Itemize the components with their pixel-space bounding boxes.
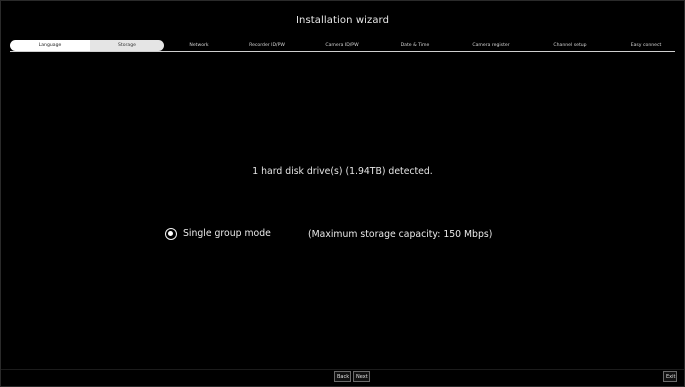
step-channel-setup[interactable]: Channel setup: [542, 40, 598, 51]
radio-selected-dot: [168, 231, 174, 237]
exit-button[interactable]: Exit: [663, 371, 677, 382]
step-storage[interactable]: Storage: [90, 40, 164, 51]
step-recorder-id-pw[interactable]: Recorder ID/PW: [238, 40, 296, 51]
step-camera-id-pw[interactable]: Camera ID/PW: [315, 40, 369, 51]
next-button[interactable]: Next: [353, 371, 370, 382]
step-bar-line: [10, 51, 675, 52]
max-storage-capacity-text: (Maximum storage capacity: 150 Mbps): [308, 229, 493, 240]
footer-divider: [1, 369, 684, 370]
back-button[interactable]: Back: [334, 371, 351, 382]
disk-detected-message: 1 hard disk drive(s) (1.94TB) detected.: [252, 166, 433, 177]
step-camera-register[interactable]: Camera register: [461, 40, 521, 51]
wizard-window: Installation wizard Language Storage Net…: [0, 0, 685, 387]
step-date-time[interactable]: Date & Time: [390, 40, 440, 51]
wizard-step-bar: Language Storage Network Recorder ID/PW …: [10, 40, 675, 52]
step-language[interactable]: Language: [10, 40, 90, 51]
step-network[interactable]: Network: [173, 40, 225, 51]
step-easy-connect[interactable]: Easy connect: [618, 40, 674, 51]
window-title: Installation wizard: [295, 15, 390, 26]
single-group-mode-label[interactable]: Single group mode: [183, 228, 271, 239]
single-group-mode-radio[interactable]: [165, 228, 177, 240]
